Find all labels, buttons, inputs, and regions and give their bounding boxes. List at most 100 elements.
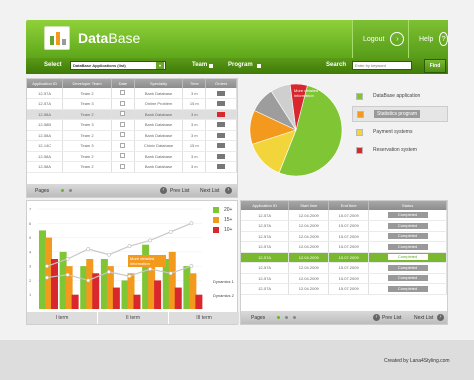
bar[interactable] [100, 259, 108, 309]
t1-col-header[interactable]: Speciality [134, 79, 184, 88]
find-button[interactable]: Find [424, 59, 446, 73]
table-row[interactable]: 12-57A Team 3 Online Problem 15 m [27, 98, 237, 110]
trend-point[interactable] [148, 267, 153, 271]
t1-col-header[interactable]: Date [111, 79, 135, 88]
row-checkbox[interactable] [120, 100, 126, 106]
bar[interactable] [195, 294, 203, 309]
bar[interactable] [80, 266, 88, 309]
pie-callout[interactable]: More detailed information [294, 88, 334, 98]
bar[interactable] [168, 251, 176, 309]
bar-callout[interactable]: More detailed information [128, 255, 166, 267]
table-row[interactable]: 12-58A Team 2 Bank Database 3 m [27, 161, 237, 173]
page-dot-b3[interactable] [293, 316, 296, 319]
t2-col-header[interactable]: End time [328, 201, 370, 210]
order-icon[interactable] [217, 111, 226, 117]
trend-point[interactable] [65, 272, 70, 277]
tab-term-2[interactable]: II term [98, 312, 169, 324]
trend-point[interactable] [86, 247, 91, 251]
tab-term-3[interactable]: III term [169, 312, 239, 324]
application-select[interactable]: DataBase Applications (list) ▾ [70, 61, 166, 70]
pie-menu-item[interactable]: DataBase application [352, 88, 448, 104]
order-icon[interactable] [217, 164, 226, 170]
t1-col-header[interactable]: Time [182, 79, 207, 88]
search-input[interactable] [352, 61, 412, 70]
trend-point[interactable] [168, 271, 173, 276]
table-row[interactable]: 12-57A 12.04.2009 15.07.2009 Completed [241, 283, 447, 295]
trend-point[interactable] [127, 244, 132, 249]
next-arrow-icon-2[interactable]: › [437, 314, 444, 321]
bar[interactable] [189, 273, 197, 309]
trend-point[interactable] [168, 229, 173, 234]
page-dot-2[interactable] [69, 189, 72, 192]
bar[interactable] [112, 287, 120, 309]
bar[interactable] [39, 230, 46, 309]
trend-point[interactable] [189, 264, 194, 269]
bar[interactable] [121, 280, 129, 309]
t2-col-header[interactable]: Application ID [241, 201, 290, 210]
bar[interactable] [183, 266, 191, 309]
logout-button[interactable]: Logout › [352, 20, 408, 58]
t2-col-header[interactable]: Start time [288, 201, 330, 210]
trend-point[interactable] [127, 274, 132, 279]
next-arrow-icon[interactable]: › [225, 187, 232, 194]
bar[interactable] [174, 287, 182, 309]
trend-point[interactable] [45, 264, 49, 269]
order-icon[interactable] [217, 101, 226, 107]
help-button[interactable]: Help? [408, 20, 448, 58]
t1-col-header[interactable]: Application ID [27, 79, 64, 88]
trend-point[interactable] [106, 252, 111, 257]
t1-col-header[interactable]: Developer Team [62, 79, 112, 88]
page-dot-b2[interactable] [285, 316, 288, 319]
row-checkbox[interactable] [120, 163, 126, 169]
pie-menu-item[interactable]: Payment systems [352, 124, 448, 140]
bar[interactable] [51, 259, 58, 309]
order-icon[interactable] [217, 90, 226, 96]
t1-col-header[interactable]: Orders [205, 79, 237, 88]
trend-point[interactable] [148, 238, 153, 243]
order-icon[interactable] [217, 143, 226, 149]
prev-arrow-icon-2[interactable]: ‹ [373, 314, 380, 321]
row-checkbox[interactable] [120, 142, 126, 148]
table-row[interactable]: 12-57A 12.04.2009 15.07.2009 Completed [241, 210, 447, 221]
bar[interactable] [71, 294, 79, 309]
tab-term-1[interactable]: I term [27, 312, 98, 324]
bar[interactable] [133, 294, 141, 309]
row-checkbox[interactable] [120, 90, 126, 95]
bar[interactable] [45, 237, 52, 309]
pie-menu-item[interactable]: Statistics program [352, 106, 448, 122]
table-row[interactable]: 12-57A 12.04.2009 15.07.2009 Completed [241, 273, 447, 284]
row-checkbox[interactable] [120, 153, 126, 159]
table-row[interactable]: 12-14C Team 3 Chinic Database 15 m [27, 140, 237, 152]
trend-point[interactable] [189, 221, 194, 226]
prev-list-link-2[interactable]: Prev List [382, 315, 401, 321]
trend-point[interactable] [106, 269, 111, 274]
trend-point[interactable] [45, 275, 49, 280]
row-checkbox[interactable] [120, 111, 126, 117]
table-row[interactable]: 12-57A 12.04.2009 15.07.2009 Completed [241, 241, 447, 253]
table-row[interactable]: 12-57A 12.04.2009 15.07.2009 Completed [241, 252, 447, 263]
page-dot-b1[interactable] [277, 316, 280, 319]
order-icon[interactable] [217, 153, 226, 159]
team-dropdown-icon[interactable] [209, 64, 213, 68]
trend-point[interactable] [65, 257, 70, 261]
bar[interactable] [65, 266, 73, 309]
bar[interactable] [86, 259, 94, 309]
table-row[interactable]: 12-57A 12.04.2009 15.07.2009 Completed [241, 231, 447, 242]
trend-point[interactable] [86, 278, 91, 283]
table-row[interactable]: 12-57A 12.04.2009 15.07.2009 Completed [241, 220, 447, 232]
page-dot-1[interactable] [61, 189, 64, 192]
table-row[interactable]: 12-58B Team 3 Bank Database 3 m [27, 119, 237, 131]
order-icon[interactable] [217, 122, 226, 128]
bar[interactable] [154, 280, 162, 309]
program-dropdown-icon[interactable] [257, 64, 261, 68]
row-checkbox[interactable] [120, 132, 126, 138]
table-row[interactable]: 12-58A Team 2 Bank Database 3 m [27, 151, 237, 162]
pie-menu-item[interactable]: Reservation system [352, 142, 448, 158]
table-row[interactable]: 12-58A Team 2 Bank Database 3 m [27, 109, 237, 120]
row-checkbox[interactable] [120, 121, 126, 127]
next-list-link-2[interactable]: Next List [414, 315, 433, 321]
t2-col-header[interactable]: Status [368, 201, 447, 210]
bar[interactable] [127, 273, 135, 309]
table-row[interactable]: 12-57A 12.04.2009 15.07.2009 Completed [241, 262, 447, 274]
table-row[interactable]: 12-57A Team 2 Bank Database 3 m [27, 88, 237, 99]
